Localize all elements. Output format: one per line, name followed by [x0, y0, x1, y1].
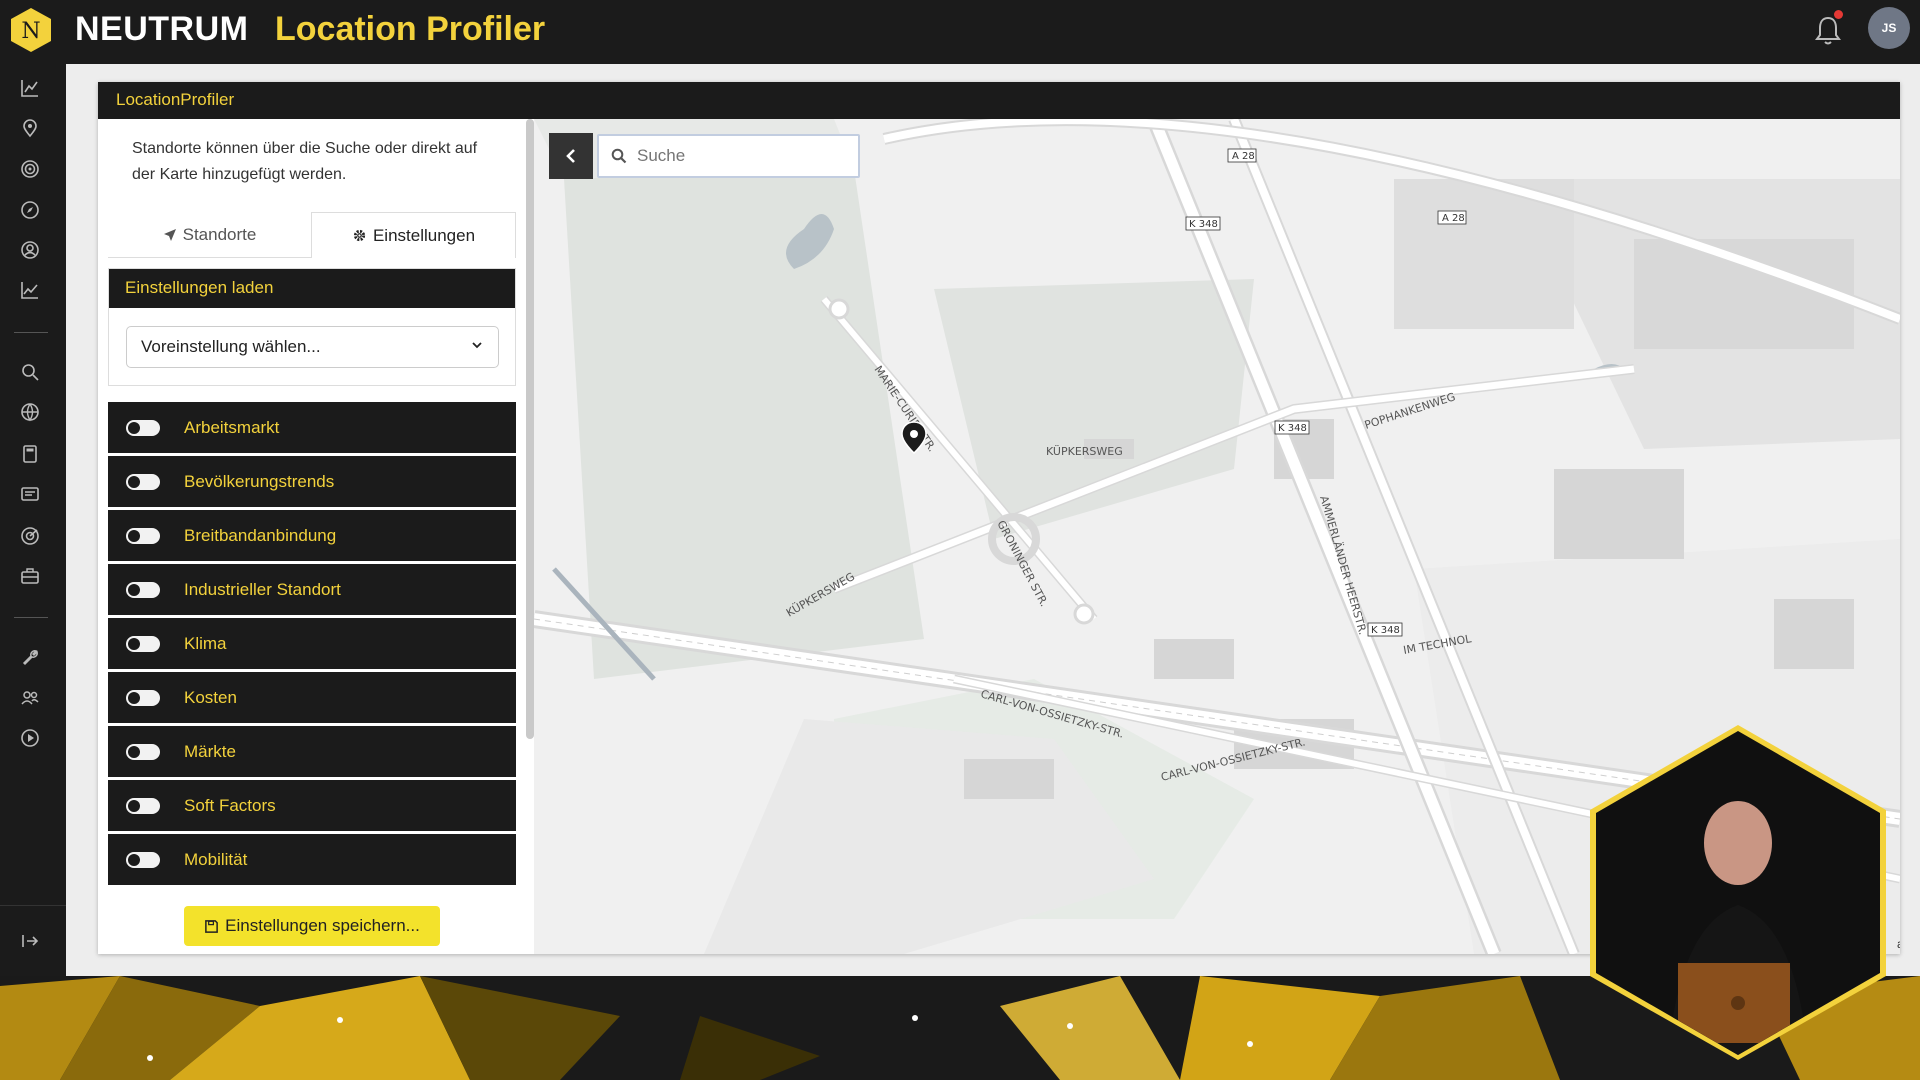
toggle-switch[interactable] [126, 581, 160, 598]
save-settings-button[interactable]: Einstellungen speichern... [184, 906, 440, 946]
toggle-row-soft-factors: Soft Factors [108, 780, 516, 831]
toggle-switch[interactable] [126, 689, 160, 706]
calculator-icon[interactable] [20, 444, 40, 464]
nav-divider [0, 905, 66, 906]
left-nav-rail [0, 64, 66, 976]
road-label: A 28 [1232, 151, 1255, 162]
chevron-left-icon [566, 149, 575, 163]
map-pin-icon[interactable] [20, 118, 40, 138]
toggle-switch[interactable] [126, 473, 160, 490]
svg-text:N: N [21, 19, 40, 44]
toggle-row-klima: Klima [108, 618, 516, 669]
app-title: Location Profiler [275, 10, 546, 48]
target-icon[interactable] [20, 159, 40, 179]
gear-icon [353, 229, 366, 242]
toggle-label: Märkte [184, 741, 236, 761]
panel-title: LocationProfiler [98, 82, 1900, 119]
trend-chart-icon[interactable] [20, 280, 40, 300]
toggle-label: Breitbandanbindung [184, 525, 337, 545]
scrollbar[interactable] [526, 119, 534, 739]
toggle-label: Arbeitsmarkt [184, 417, 280, 437]
search-icon[interactable] [20, 362, 40, 382]
toggle-row-maerkte: Märkte [108, 726, 516, 777]
toggle-label: Soft Factors [184, 795, 276, 815]
toggle-row-breitbandanbindung: Breitbandanbindung [108, 510, 516, 561]
preset-select[interactable]: Voreinstellung wählen... [126, 326, 499, 368]
toggle-label: Bevölkerungstrends [184, 471, 335, 491]
radar-icon[interactable] [20, 526, 40, 546]
tab-bar: Standorte Einstellungen [108, 212, 516, 258]
toggle-label: Klima [184, 633, 227, 653]
chevron-down-icon [472, 342, 482, 349]
document-list-icon[interactable] [20, 484, 40, 504]
tab-label: Einstellungen [372, 225, 476, 245]
tab-label: Standorte [182, 224, 257, 244]
toggle-switch[interactable] [126, 419, 160, 436]
map-attribution[interactable]: ap [1897, 937, 1900, 951]
road-label: K 348 [1278, 423, 1307, 434]
map-search-input[interactable] [637, 146, 827, 166]
toggle-label: Kosten [184, 687, 237, 707]
briefcase-icon[interactable] [20, 566, 40, 586]
preset-select-value: Voreinstellung wählen... [141, 337, 321, 356]
toggle-switch[interactable] [126, 635, 160, 652]
road-label: A 28 [1442, 213, 1465, 224]
toggle-switch[interactable] [126, 527, 160, 544]
toggle-switch[interactable] [126, 797, 160, 814]
floppy-disk-icon [205, 919, 219, 933]
presenter-video [1590, 725, 1886, 1060]
settings-column: Standorte können über die Suche oder dir… [98, 119, 534, 954]
toggle-row-bevoelkerungstrends: Bevölkerungstrends [108, 456, 516, 507]
toggle-switch[interactable] [126, 851, 160, 868]
save-settings-label: Einstellungen speichern... [225, 916, 420, 935]
nav-divider [14, 617, 48, 618]
toggle-row-arbeitsmarkt: Arbeitsmarkt [108, 402, 516, 453]
road-label: K 348 [1371, 625, 1400, 636]
intro-text: Standorte können über die Suche oder dir… [132, 140, 478, 183]
collapse-panel-button[interactable] [549, 133, 593, 179]
users-icon[interactable] [20, 688, 40, 708]
load-settings-box: Einstellungen laden Voreinstellung wähle… [108, 268, 516, 386]
wrench-icon[interactable] [20, 647, 40, 667]
avatar[interactable]: JS [1868, 7, 1910, 49]
compass-icon[interactable] [20, 200, 40, 220]
street-label: KÜPKERSWEG [1046, 445, 1123, 458]
tab-standorte[interactable]: Standorte [108, 212, 311, 258]
nav-divider [14, 332, 48, 333]
tab-einstellungen[interactable]: Einstellungen [311, 212, 516, 258]
top-bar: N NEUTRUM Location Profiler JS [0, 0, 1920, 64]
toggle-label: Mobilität [184, 849, 248, 869]
toggle-row-industrieller-standort: Industrieller Standort [108, 564, 516, 615]
toggle-row-kosten: Kosten [108, 672, 516, 723]
search-icon [611, 148, 627, 164]
notification-dot [1834, 10, 1843, 19]
neutrum-logo-icon[interactable]: N [10, 7, 52, 53]
location-arrow-icon [163, 228, 176, 241]
play-circle-icon[interactable] [20, 728, 40, 748]
toggle-switch[interactable] [126, 743, 160, 760]
user-search-icon[interactable] [20, 240, 40, 260]
bell-icon[interactable] [1812, 14, 1844, 48]
load-settings-title: Einstellungen laden [109, 269, 515, 308]
road-label: K 348 [1189, 219, 1218, 230]
analytics-chart-icon[interactable] [20, 78, 40, 98]
logout-icon[interactable] [20, 931, 40, 951]
toggle-label: Industrieller Standort [184, 579, 341, 599]
globe-icon[interactable] [20, 402, 40, 422]
toggle-row-mobilitaet: Mobilität [108, 834, 516, 885]
brand-name: NEUTRUM [75, 10, 249, 48]
map-search[interactable] [597, 134, 860, 178]
